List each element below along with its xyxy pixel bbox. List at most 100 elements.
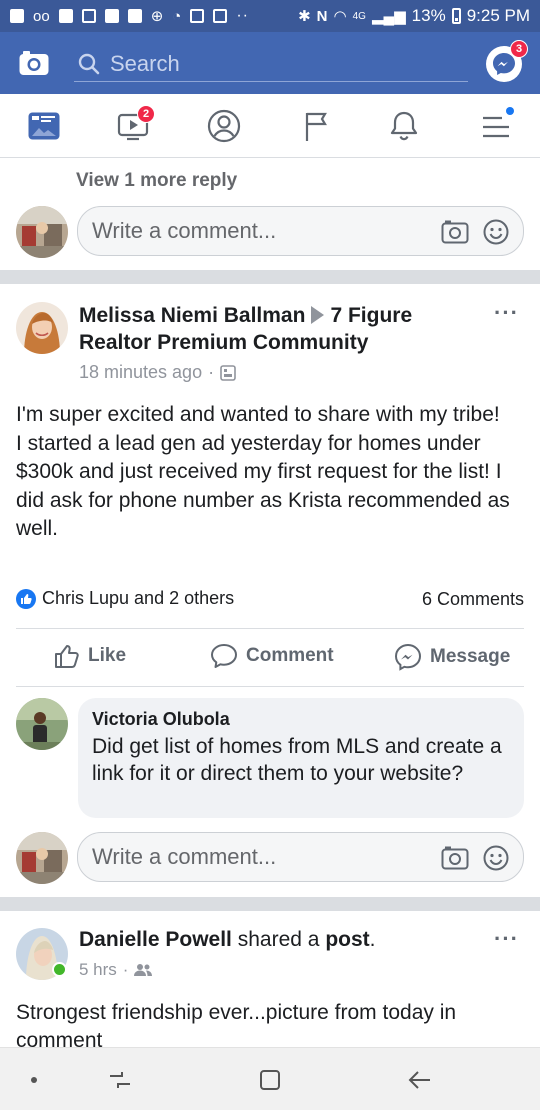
post-timestamp[interactable]: 18 minutes ago (79, 362, 202, 383)
current-user-avatar (16, 206, 68, 258)
nav-dot-button[interactable] (20, 1066, 48, 1094)
tab-bar: 2 (0, 94, 540, 158)
comment-bubble[interactable]: Victoria Olubola Did get list of homes f… (78, 698, 524, 818)
comment-input[interactable] (78, 844, 408, 870)
group-icon (220, 364, 236, 381)
comment-button[interactable]: Comment (210, 643, 334, 669)
app-notification-icon (81, 9, 96, 23)
basketball-icon: ⊕ (150, 8, 164, 25)
messenger-badge: 3 (510, 40, 528, 58)
comment-box-previous[interactable] (77, 206, 524, 256)
search-icon (78, 53, 100, 74)
divider (16, 628, 524, 629)
recent-apps-button[interactable] (106, 1066, 134, 1094)
bell-icon (390, 111, 418, 141)
post-author-name[interactable]: Melissa Niemi Ballman (79, 304, 305, 327)
post2-timestamp[interactable]: 5 hrs (79, 960, 117, 980)
system-navigation-bar (0, 1047, 540, 1110)
meta-separator: · (122, 960, 129, 979)
more-notifications-icon: ·· (236, 7, 249, 24)
search-bar[interactable] (74, 46, 468, 82)
voicemail-icon: oo (33, 7, 50, 25)
facebook-notification-icon (58, 9, 73, 23)
search-input[interactable] (110, 50, 430, 77)
tab-watch[interactable]: 2 (116, 105, 155, 144)
post2-period: . (369, 928, 376, 951)
battery-percent: 13% (411, 6, 446, 25)
messenger-button[interactable]: 3 (486, 40, 528, 82)
home-button[interactable] (256, 1066, 284, 1094)
gallery-icon (213, 9, 228, 23)
signal-icon: ▂▄▆ (371, 8, 406, 25)
like-label: Like (88, 645, 127, 666)
email-icon (104, 9, 119, 23)
author-avatar[interactable] (16, 302, 68, 354)
commenter-name[interactable]: Victoria Olubola (92, 708, 510, 730)
reactions-summary[interactable]: Chris Lupu and 2 others (16, 588, 234, 609)
tab-menu[interactable] (478, 107, 514, 144)
menu-notification-dot (506, 107, 514, 115)
post-body-line: I'm super excited and wanted to share wi… (16, 403, 500, 426)
like-button[interactable]: Like (54, 643, 126, 669)
comment-icon (211, 644, 237, 668)
post-meta: 18 minutes ago · (79, 362, 236, 383)
divider (16, 686, 524, 687)
profile-icon (207, 109, 241, 143)
back-button[interactable] (406, 1066, 434, 1094)
message-label: Message (430, 646, 511, 667)
comment-input-previous[interactable] (78, 218, 408, 244)
post-body: I'm super excited and wanted to share wi… (16, 401, 516, 544)
watch-badge: 2 (137, 105, 155, 123)
menu-icon (483, 116, 509, 138)
bluetooth-icon: ✱ (298, 8, 311, 25)
comments-count[interactable]: 6 Comments (422, 589, 524, 610)
arrow-right-icon (311, 306, 325, 324)
view-more-replies-link[interactable]: View 1 more reply (76, 170, 237, 192)
battery-icon (451, 8, 461, 24)
news-feed-icon (28, 112, 60, 140)
notification-icons: oo ⊕ ◔ ·· (10, 7, 249, 25)
camera-icon[interactable] (441, 845, 469, 871)
thumbs-up-icon (55, 645, 79, 668)
clock: 9:25 PM (466, 6, 530, 25)
comment-label: Comment (246, 645, 334, 666)
tab-pages[interactable] (298, 108, 334, 144)
camera-icon (19, 51, 49, 75)
current-user-avatar (16, 832, 68, 884)
message-button[interactable]: Message (394, 643, 510, 671)
feed-separator (0, 270, 540, 284)
reactions-text[interactable]: Chris Lupu and 2 others (42, 588, 234, 609)
wifi-icon: ◠ (333, 8, 347, 25)
email-icon-2 (127, 9, 142, 23)
app-header: 3 (0, 32, 540, 94)
meta-separator: · (208, 362, 215, 382)
commenter-avatar[interactable] (16, 698, 68, 750)
home-icon (260, 1070, 280, 1090)
post2-header: Danielle Powell shared a post. (79, 928, 375, 952)
camera-icon[interactable] (441, 219, 469, 245)
flag-icon (305, 112, 327, 141)
network-type-label: 4G (352, 10, 366, 22)
post2-author-name[interactable]: Danielle Powell (79, 928, 232, 951)
tab-news-feed[interactable] (26, 108, 62, 144)
friends-icon (134, 964, 153, 976)
emoji-icon[interactable] (483, 219, 509, 245)
post2-shared-text: shared a (237, 928, 320, 951)
post2-options-button[interactable]: ··· (494, 926, 519, 952)
post2-body: Strongest friendship ever...picture from… (16, 1001, 457, 1047)
wifi-call-icon: ◔ (172, 7, 182, 25)
post-header: Melissa Niemi Ballman 7 Figure Realtor Pr… (79, 302, 479, 356)
post2-post-link[interactable]: post (325, 928, 369, 951)
post2-meta: 5 hrs · (79, 960, 153, 980)
camera-button[interactable] (18, 49, 50, 77)
comment-box[interactable] (77, 832, 524, 882)
post-body-line: I started a lead gen ad yesterday for ho… (16, 431, 510, 541)
messenger-outline-icon (394, 643, 422, 671)
emoji-icon[interactable] (483, 845, 509, 871)
back-icon (408, 1071, 430, 1089)
comment-text: Did get list of homes from MLS and creat… (92, 735, 502, 785)
dot-icon (31, 1077, 37, 1083)
tab-notifications[interactable] (386, 108, 422, 144)
post-options-button[interactable]: ··· (494, 300, 519, 326)
tab-profile[interactable] (206, 108, 242, 144)
